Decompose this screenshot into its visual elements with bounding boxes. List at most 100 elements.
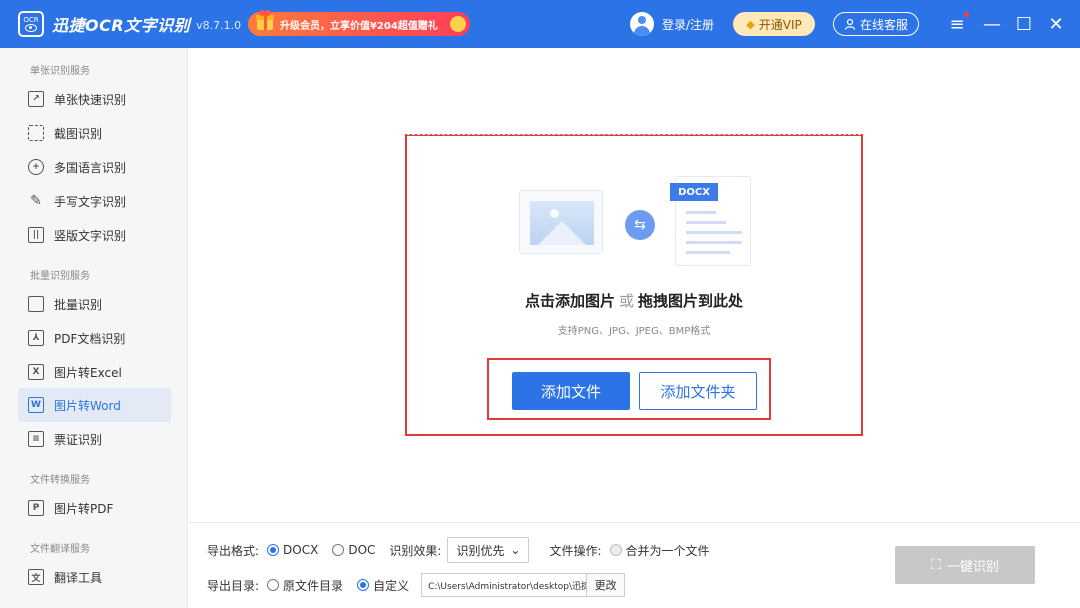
diamond-icon: ◆ (746, 17, 755, 31)
document-icon: DOCX (670, 176, 751, 266)
export-settings-bar: 导出格式: DOCX DOC 识别效果: 识别优先 ⌄ 文件操作: 合并为一个文… (189, 522, 1080, 608)
service-label: 在线客服 (859, 17, 908, 32)
pen-icon: ✎ (30, 193, 42, 209)
sidebar-item-vertical[interactable]: || 竖版文字识别 (18, 218, 171, 252)
main-panel: ⇆ DOCX 点击添加图片或拖拽图片到此处 支持PNG、JPG、JPEG、BMP… (189, 48, 1080, 522)
image-icon (519, 190, 603, 254)
close-icon[interactable]: ✕ (1044, 12, 1068, 36)
sidebar-item-label: 图片转Excel (54, 365, 122, 380)
translate-icon: 文 (28, 569, 44, 585)
convert-arrows-icon: ⇆ (625, 210, 655, 240)
crop-icon (28, 125, 44, 141)
globe-icon: + (28, 159, 44, 175)
app-logo-icon: OCR (18, 11, 44, 37)
output-path-field[interactable]: C:\Users\Administrator\desktop\迅捷OCR文 更改 (421, 573, 626, 597)
vip-button[interactable]: ◆ 开通VIP (733, 12, 815, 36)
scan-icon: ⛶ (931, 557, 941, 573)
title-bar: OCR 迅捷OCR文字识别 v8.7.1.0 升级会员，立享价值¥204超值赠礼… (0, 0, 1080, 48)
format-label: 导出格式: (207, 543, 260, 558)
dropzone-title: 点击添加图片或拖拽图片到此处 (524, 292, 744, 310)
sidebar-item-label: 竖版文字识别 (54, 228, 127, 243)
format-docx-label[interactable]: DOCX (283, 543, 318, 557)
sidebar-item-translate[interactable]: 文 翻译工具 (18, 560, 171, 594)
merge-file-radio[interactable] (609, 544, 622, 556)
maximize-icon[interactable]: ☐ (1012, 12, 1036, 36)
dir-custom-radio[interactable] (357, 579, 370, 591)
excel-icon: X (28, 364, 44, 380)
merge-file-label[interactable]: 合并为一个文件 (626, 542, 710, 559)
dir-original-radio[interactable] (267, 579, 280, 591)
recognize-button[interactable]: ⛶ 一键识别 (895, 546, 1035, 584)
login-button[interactable]: 登录/注册 (630, 12, 714, 36)
effect-label: 识别效果: (389, 543, 442, 558)
fileop-label: 文件操作: (549, 543, 602, 558)
sidebar-item-label: 单张快速识别 (54, 92, 127, 107)
login-label: 登录/注册 (662, 17, 715, 32)
sidebar-item-word[interactable]: W 图片转Word (18, 388, 171, 422)
drop-zone[interactable]: ⇆ DOCX 点击添加图片或拖拽图片到此处 支持PNG、JPG、JPEG、BMP… (405, 134, 863, 436)
sidebar-item-pdf[interactable]: ⅄ PDF文档识别 (18, 321, 171, 355)
add-folder-button[interactable]: 添加文件夹 (639, 372, 757, 410)
dir-custom-label[interactable]: 自定义 (373, 577, 409, 594)
format-doc-radio[interactable] (332, 544, 345, 556)
doc-format-tag: DOCX (670, 183, 718, 201)
batch-icon (28, 296, 44, 312)
section-title-translate: 文件翻译服务 (30, 544, 90, 555)
ticket-icon: ≡ (28, 431, 44, 447)
sidebar-item-excel[interactable]: X 图片转Excel (18, 355, 171, 389)
avatar-icon (630, 12, 654, 36)
pdf-icon: ⅄ (28, 330, 44, 346)
directory-row: 导出目录: 原文件目录 自定义 C:\Users\Administrator\d… (207, 573, 626, 597)
recognize-label: 一键识别 (946, 559, 999, 575)
logo-text: OCR (23, 16, 39, 24)
change-dir-button[interactable]: 更改 (586, 574, 625, 596)
dir-original-label[interactable]: 原文件目录 (283, 577, 343, 594)
sidebar-item-label: 票证识别 (54, 432, 103, 447)
chevron-down-icon: ⌄ (510, 543, 521, 557)
sidebar-item-quick-recognize[interactable]: ↗ 单张快速识别 (18, 82, 171, 116)
vertical-text-icon: || (28, 227, 44, 243)
sidebar-item-to-pdf[interactable]: P 图片转PDF (18, 491, 171, 525)
dir-label: 导出目录: (207, 578, 260, 593)
sidebar-item-screenshot[interactable]: 截图识别 (18, 116, 171, 150)
edit-image-icon: ↗ (28, 91, 44, 107)
sidebar-item-handwriting[interactable]: ✎ 手写文字识别 (18, 184, 171, 218)
coin-icon (450, 16, 466, 32)
sidebar-item-label: PDF文档识别 (54, 331, 126, 346)
section-title-single: 单张识别服务 (30, 66, 90, 77)
format-doc-label[interactable]: DOC (348, 543, 375, 557)
sidebar-item-label: 翻译工具 (54, 570, 103, 585)
sidebar-item-ticket[interactable]: ≡ 票证识别 (18, 422, 171, 456)
output-path: C:\Users\Administrator\desktop\迅捷OCR文 (428, 581, 586, 592)
notification-dot (964, 12, 969, 17)
format-row: 导出格式: DOCX DOC 识别效果: 识别优先 ⌄ 文件操作: 合并为一个文… (207, 537, 710, 563)
sidebar-item-label: 手写文字识别 (54, 194, 127, 209)
sidebar-item-label: 图片转PDF (54, 501, 114, 516)
pdf-convert-icon: P (28, 500, 44, 516)
online-service-button[interactable]: 在线客服 (833, 12, 919, 36)
sidebar-item-multilang[interactable]: + 多国语言识别 (18, 150, 171, 184)
app-title: 迅捷OCR文字识别 (52, 16, 191, 35)
sidebar-item-label: 批量识别 (54, 297, 103, 312)
menu-icon[interactable]: ≡ (945, 12, 969, 36)
promo-text: 升级会员，立享价值¥204超值赠礼 (280, 20, 438, 32)
word-icon: W (28, 397, 44, 413)
sidebar-item-label: 截图识别 (54, 126, 103, 141)
gift-icon (256, 10, 274, 30)
add-file-button[interactable]: 添加文件 (512, 372, 630, 410)
vip-label: 开通VIP (758, 17, 802, 32)
minimize-icon[interactable]: — (980, 12, 1004, 36)
sidebar: 单张识别服务 ↗ 单张快速识别 截图识别 + 多国语言识别 ✎ 手写文字识别 |… (0, 48, 188, 608)
sidebar-item-label: 多国语言识别 (54, 160, 127, 175)
promo-banner[interactable]: 升级会员，立享价值¥204超值赠礼 (248, 10, 470, 36)
app-version: v8.7.1.0 (196, 19, 242, 32)
section-title-batch: 批量识别服务 (30, 271, 90, 282)
effect-select[interactable]: 识别优先 ⌄ (447, 537, 530, 563)
supported-formats: 支持PNG、JPG、JPEG、BMP格式 (557, 326, 711, 337)
sidebar-item-label: 图片转Word (54, 398, 121, 413)
sidebar-item-batch[interactable]: 批量识别 (18, 287, 171, 321)
format-docx-radio[interactable] (267, 544, 280, 556)
person-icon (844, 18, 856, 30)
effect-value: 识别优先 (456, 543, 505, 558)
section-title-convert: 文件转换服务 (30, 475, 90, 486)
